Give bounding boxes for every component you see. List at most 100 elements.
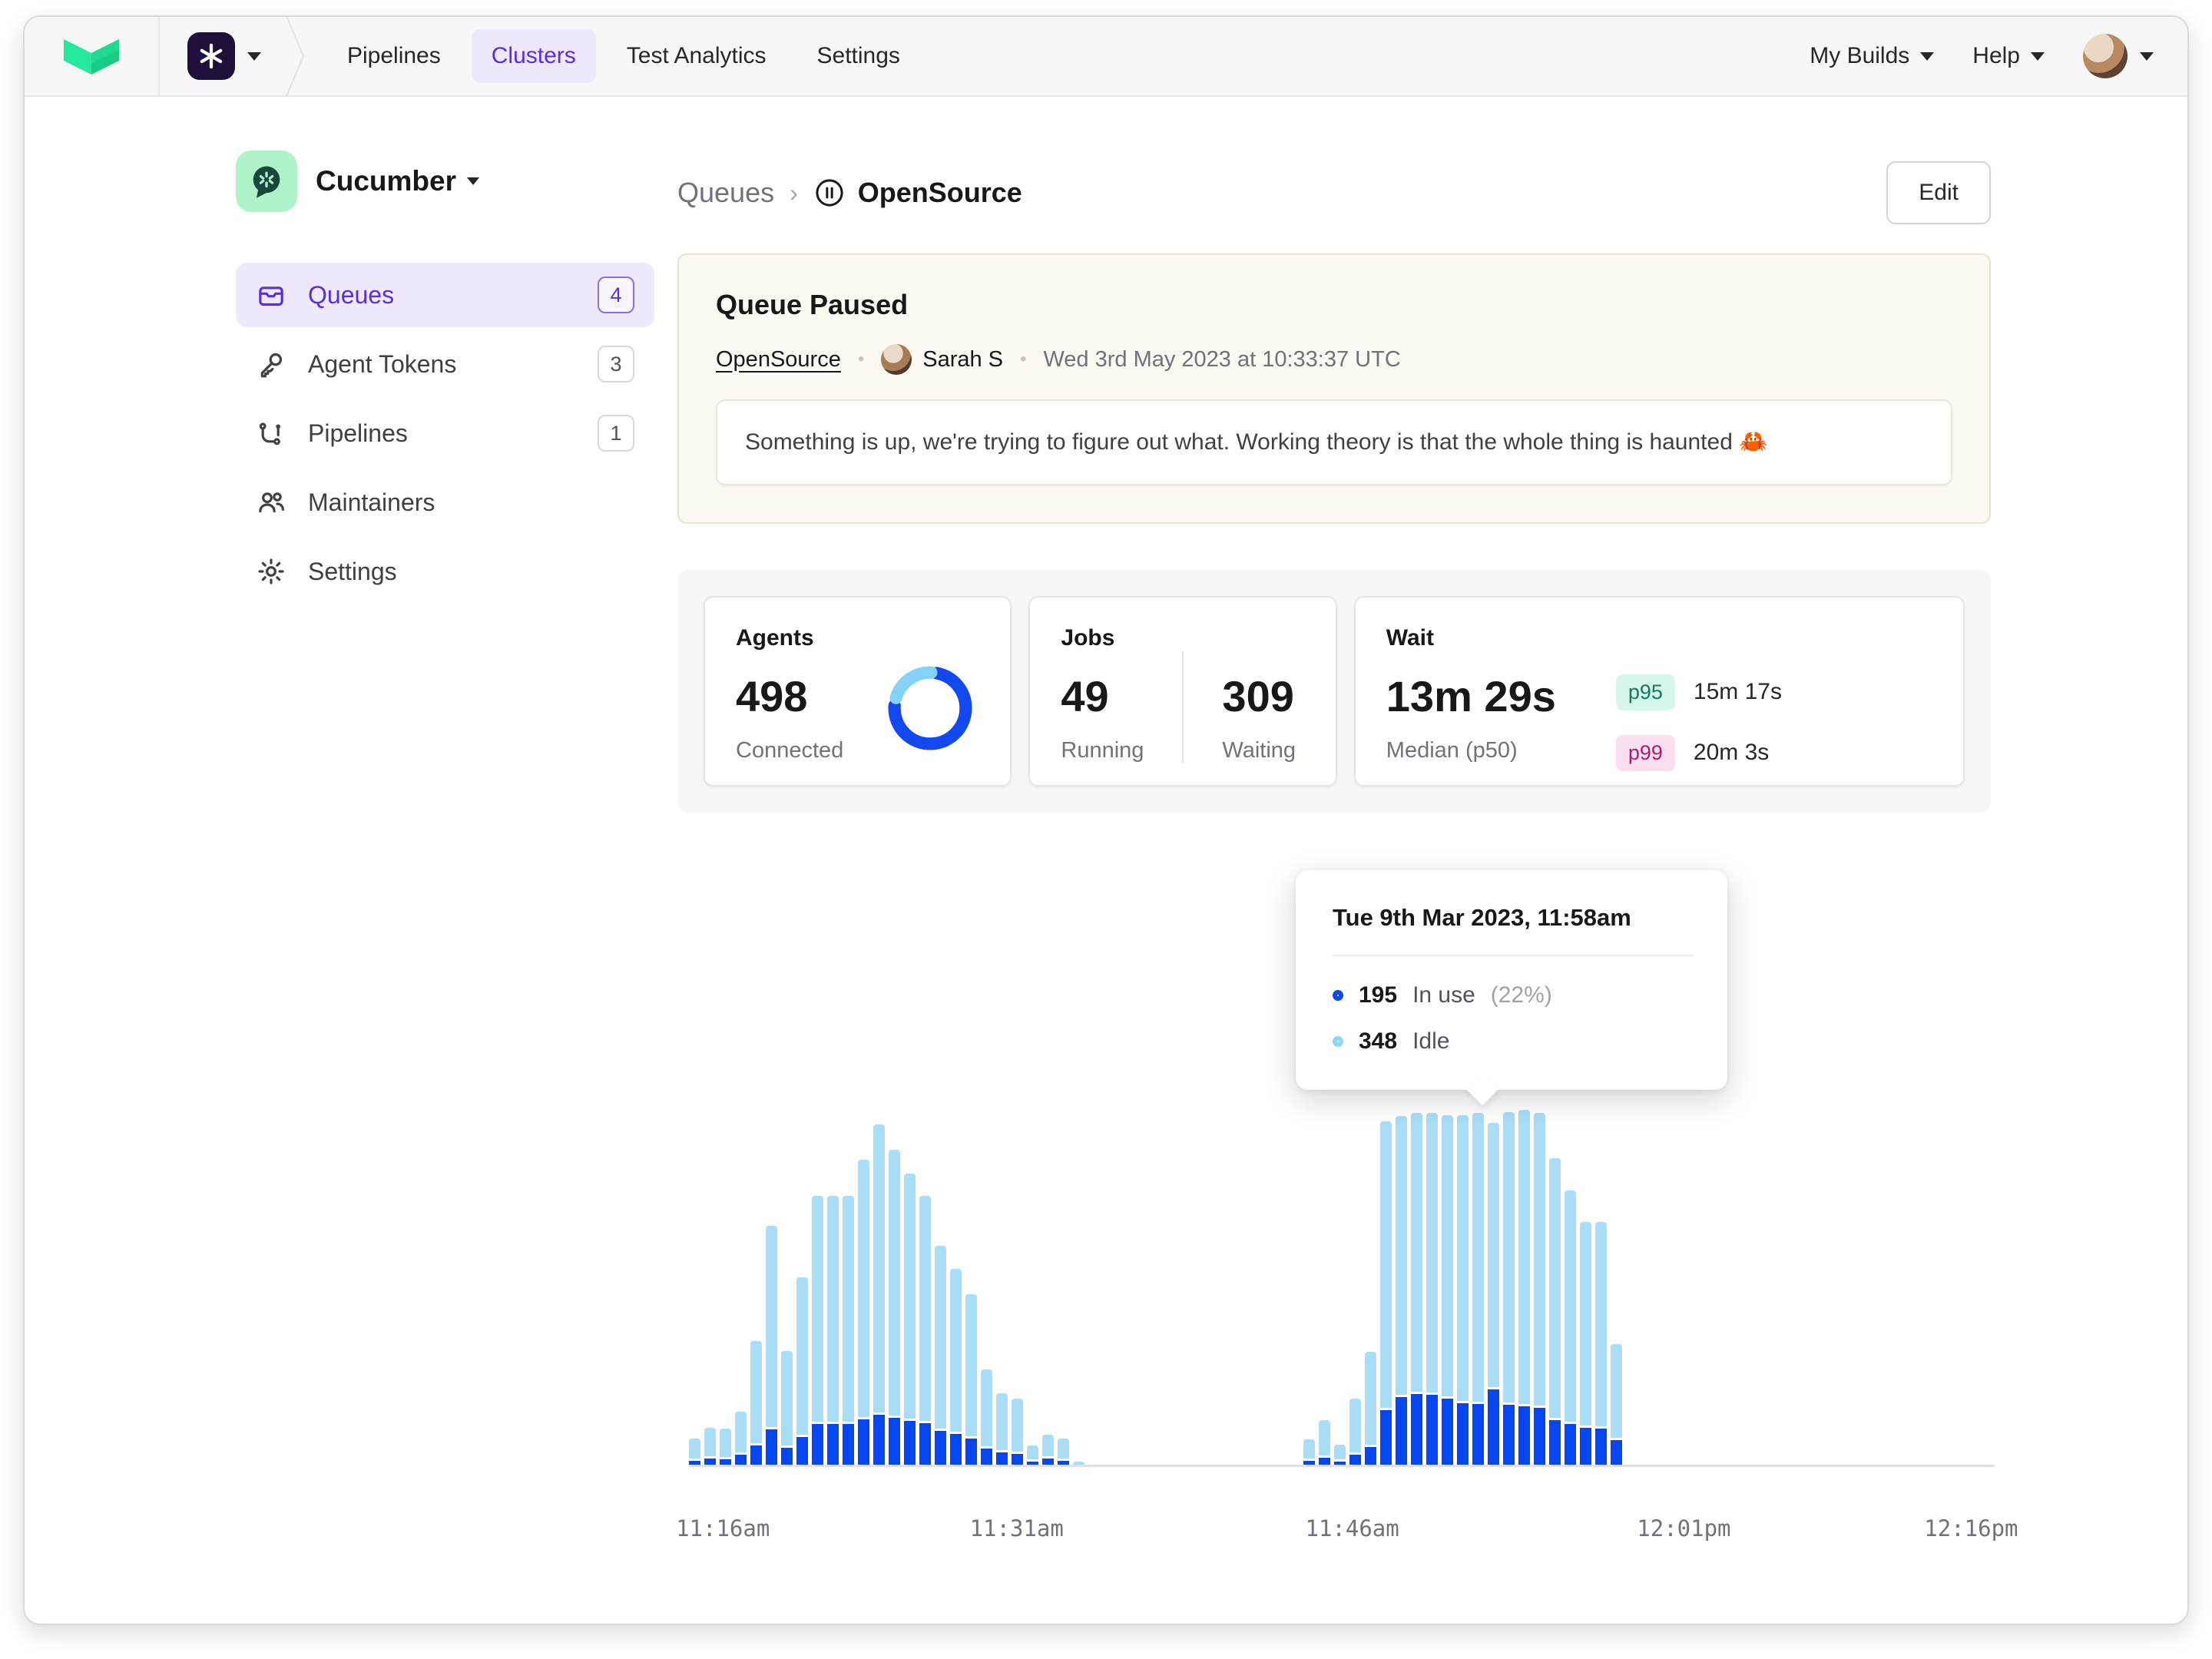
bar[interactable] bbox=[750, 1341, 762, 1465]
bar[interactable] bbox=[766, 1226, 777, 1465]
in-use-pct: (22%) bbox=[1491, 982, 1552, 1008]
bar[interactable] bbox=[1058, 1439, 1069, 1464]
bar[interactable] bbox=[1027, 1445, 1038, 1465]
banner-title: Queue Paused bbox=[716, 289, 1952, 321]
bar-segment-in-use bbox=[1349, 1455, 1361, 1464]
bar-segment-idle bbox=[1396, 1116, 1407, 1394]
bar[interactable] bbox=[1012, 1399, 1023, 1464]
bar[interactable] bbox=[1565, 1190, 1576, 1464]
breadcrumb-queues-link[interactable]: Queues bbox=[677, 177, 774, 209]
bar[interactable] bbox=[827, 1196, 839, 1465]
bar-segment-in-use bbox=[1472, 1404, 1484, 1464]
bar-segment-idle bbox=[1488, 1123, 1499, 1387]
bar[interactable] bbox=[1303, 1439, 1315, 1464]
bar[interactable] bbox=[1503, 1112, 1515, 1465]
bar[interactable] bbox=[1549, 1158, 1561, 1465]
bar-segment-idle bbox=[1442, 1115, 1453, 1396]
bar-hovered[interactable] bbox=[1488, 1123, 1499, 1465]
bar-segment-idle bbox=[735, 1412, 747, 1452]
organization-switcher[interactable] bbox=[160, 17, 284, 95]
idle-value: 348 bbox=[1359, 1028, 1397, 1055]
bar[interactable] bbox=[1426, 1113, 1438, 1464]
bar[interactable] bbox=[1334, 1445, 1346, 1465]
chevron-down-icon bbox=[2140, 52, 2154, 61]
bar[interactable] bbox=[689, 1439, 700, 1465]
cluster-switcher[interactable]: Cucumber bbox=[236, 151, 654, 212]
nav-settings[interactable]: Settings bbox=[797, 29, 920, 83]
sidebar-item-queues[interactable]: Queues 4 bbox=[236, 263, 654, 327]
bar[interactable] bbox=[1457, 1115, 1469, 1465]
bar[interactable] bbox=[704, 1428, 716, 1465]
tooltip-date: Tue 9th Mar 2023, 11:58am bbox=[1333, 904, 1694, 932]
bar-segment-in-use bbox=[1042, 1459, 1054, 1464]
wait-card: Wait 13m 29s Median (p50) p95 15m 17s p9… bbox=[1354, 596, 1965, 786]
help-menu[interactable]: Help bbox=[1972, 43, 2045, 69]
bar[interactable] bbox=[720, 1429, 731, 1465]
bar[interactable] bbox=[812, 1196, 823, 1465]
nav-test-analytics[interactable]: Test Analytics bbox=[607, 29, 786, 83]
bar[interactable] bbox=[919, 1196, 931, 1465]
edit-button[interactable]: Edit bbox=[1886, 161, 1991, 224]
buildkite-logo[interactable] bbox=[25, 17, 160, 95]
bar[interactable] bbox=[1534, 1113, 1545, 1464]
bar[interactable] bbox=[735, 1412, 747, 1464]
bar[interactable] bbox=[1472, 1113, 1484, 1464]
bar-segment-in-use bbox=[827, 1424, 839, 1465]
bar[interactable] bbox=[1319, 1420, 1330, 1465]
bar[interactable] bbox=[996, 1393, 1008, 1465]
wait-p99-row: p99 20m 3s bbox=[1616, 735, 1782, 771]
agents-donut-chart bbox=[886, 664, 975, 753]
nav-clusters[interactable]: Clusters bbox=[472, 29, 596, 83]
paused-icon bbox=[813, 177, 846, 209]
bar-segment-in-use bbox=[704, 1459, 716, 1464]
bar-segment-idle bbox=[996, 1393, 1008, 1450]
bar-segment-idle bbox=[1534, 1113, 1545, 1406]
bar[interactable] bbox=[1349, 1399, 1361, 1464]
bar[interactable] bbox=[935, 1246, 946, 1465]
sidebar-item-settings[interactable]: Settings bbox=[236, 539, 654, 604]
bar[interactable] bbox=[873, 1124, 885, 1465]
bar[interactable] bbox=[796, 1277, 808, 1465]
bar-segment-in-use bbox=[1580, 1428, 1591, 1464]
bar[interactable] bbox=[1396, 1116, 1407, 1464]
bar[interactable] bbox=[1595, 1222, 1607, 1465]
chart-bars[interactable] bbox=[689, 1108, 1995, 1465]
bar[interactable] bbox=[843, 1196, 854, 1465]
bar[interactable] bbox=[965, 1294, 977, 1464]
sidebar-item-maintainers[interactable]: Maintainers bbox=[236, 470, 654, 535]
bar[interactable] bbox=[781, 1351, 793, 1464]
bar-segment-idle bbox=[689, 1439, 700, 1459]
breadcrumb: Queues › OpenSource bbox=[677, 177, 1022, 209]
my-builds-menu[interactable]: My Builds bbox=[1810, 43, 1934, 69]
bar[interactable] bbox=[1380, 1121, 1392, 1465]
bar[interactable] bbox=[981, 1369, 992, 1464]
bar[interactable] bbox=[1580, 1222, 1591, 1465]
bar[interactable] bbox=[1518, 1110, 1530, 1464]
bar-segment-idle bbox=[1611, 1344, 1622, 1437]
bar[interactable] bbox=[889, 1150, 900, 1464]
bar[interactable] bbox=[950, 1269, 962, 1465]
main-content: Queues › OpenSource Edit Queue Paused Op… bbox=[677, 97, 1991, 1346]
bar[interactable] bbox=[1442, 1115, 1453, 1465]
cluster-name: Cucumber bbox=[316, 165, 456, 197]
sidebar-item-label: Pipelines bbox=[308, 419, 408, 448]
bar[interactable] bbox=[1042, 1435, 1054, 1465]
banner-queue-link[interactable]: OpenSource bbox=[716, 347, 841, 373]
bar[interactable] bbox=[1365, 1352, 1376, 1464]
user-menu[interactable] bbox=[2083, 34, 2154, 78]
bar[interactable] bbox=[1611, 1344, 1622, 1464]
bar-segment-idle bbox=[1042, 1435, 1054, 1456]
bar[interactable] bbox=[858, 1160, 869, 1464]
cucumber-icon bbox=[236, 151, 297, 212]
bar[interactable] bbox=[904, 1174, 916, 1464]
meta-dot: • bbox=[1020, 349, 1026, 370]
bar-segment-idle bbox=[889, 1150, 900, 1416]
bar-segment-in-use bbox=[1488, 1389, 1499, 1465]
nav-pipelines[interactable]: Pipelines bbox=[327, 29, 461, 83]
sidebar-item-pipelines[interactable]: Pipelines 1 bbox=[236, 401, 654, 465]
x-axis-tick-label: 12:01pm bbox=[1637, 1515, 1730, 1541]
bar-segment-in-use bbox=[858, 1419, 869, 1465]
sidebar-item-agent-tokens[interactable]: Agent Tokens 3 bbox=[236, 332, 654, 396]
bar-segment-in-use bbox=[1012, 1454, 1023, 1464]
bar[interactable] bbox=[1411, 1113, 1422, 1464]
